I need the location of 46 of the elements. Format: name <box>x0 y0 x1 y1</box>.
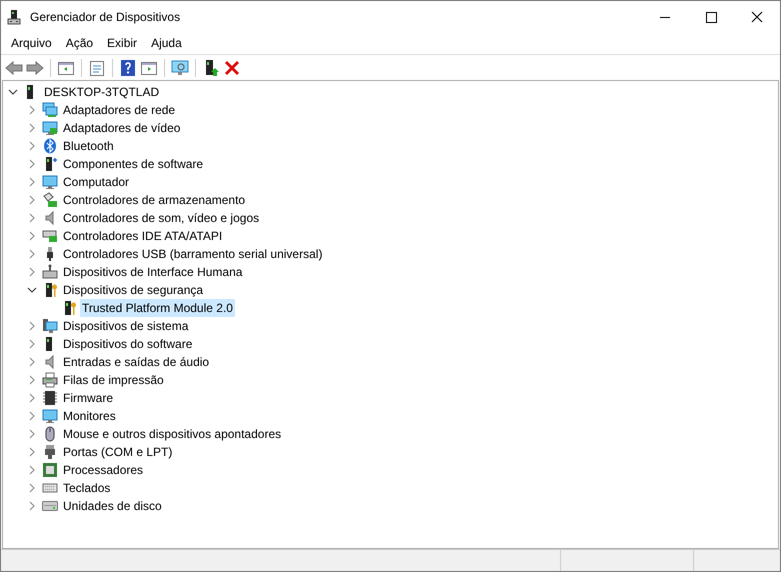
menu-item[interactable]: Ação <box>58 32 100 54</box>
tree-item[interactable]: Controladores de armazenamento <box>61 191 248 209</box>
tree-item[interactable]: Controladores de som, vídeo e jogos <box>61 209 262 227</box>
tree-item[interactable]: DESKTOP-3TQTLAD <box>42 83 162 101</box>
tree-item[interactable]: Controladores IDE ATA/ATAPI <box>61 227 224 245</box>
tree-item[interactable]: Unidades de disco <box>61 497 164 515</box>
device-manager-icon <box>6 8 22 24</box>
tree-item[interactable]: Componentes de software <box>61 155 206 173</box>
tree-item[interactable]: Dispositivos de sistema <box>61 317 190 335</box>
tree-item[interactable]: Teclados <box>61 479 112 497</box>
drive-card-icon <box>42 228 58 244</box>
tree-item[interactable]: Controladores USB (barramento serial universal) <box>61 245 324 263</box>
tree-item[interactable]: Mouse e outros dispositivos apontadores <box>61 425 284 443</box>
tree-item[interactable]: Computador <box>61 173 132 191</box>
tree-item[interactable]: Dispositivos de Interface Humana <box>61 263 244 281</box>
tree-item[interactable]: Portas (COM e LPT) <box>61 443 174 461</box>
tree-item[interactable]: Dispositivos de segurança <box>61 281 206 299</box>
tree-item[interactable]: Filas de impressão <box>61 371 166 389</box>
tree-item[interactable]: Trusted Platform Module 2.0 <box>80 299 235 317</box>
scan-monitor-icon[interactable] <box>170 58 190 78</box>
tree-item[interactable]: Processadores <box>61 461 146 479</box>
network-icon <box>42 102 58 118</box>
disk-drive-icon <box>42 498 58 514</box>
tree-item[interactable]: Bluetooth <box>61 137 116 155</box>
menu-item[interactable]: Arquivo <box>4 32 59 54</box>
help-icon[interactable] <box>118 58 138 78</box>
tree-item[interactable]: Dispositivos do software <box>61 335 194 353</box>
storage-icon <box>42 192 58 208</box>
system-device-icon <box>42 318 58 334</box>
tree-item[interactable]: Entradas e saídas de áudio <box>61 353 212 371</box>
chip-icon <box>42 390 58 406</box>
menu-item[interactable]: Exibir <box>100 32 144 54</box>
window-title: Gerenciador de Dispositivos <box>30 8 180 26</box>
tree-item[interactable]: Monitores <box>61 407 118 425</box>
processor-icon <box>42 462 58 478</box>
port-connector-icon <box>42 444 58 460</box>
display-card-icon <box>42 120 58 136</box>
keyboard-joystick-icon <box>42 264 58 280</box>
tree-item[interactable]: Adaptadores de vídeo <box>61 119 182 137</box>
tree-item[interactable]: Adaptadores de rede <box>61 101 178 119</box>
bluetooth-icon <box>42 138 58 154</box>
monitor-icon <box>42 174 58 190</box>
printer-icon <box>42 372 58 388</box>
tree-item[interactable]: Firmware <box>61 389 115 407</box>
menu-item[interactable]: Ajuda <box>144 32 189 54</box>
monitor-icon <box>42 408 58 424</box>
